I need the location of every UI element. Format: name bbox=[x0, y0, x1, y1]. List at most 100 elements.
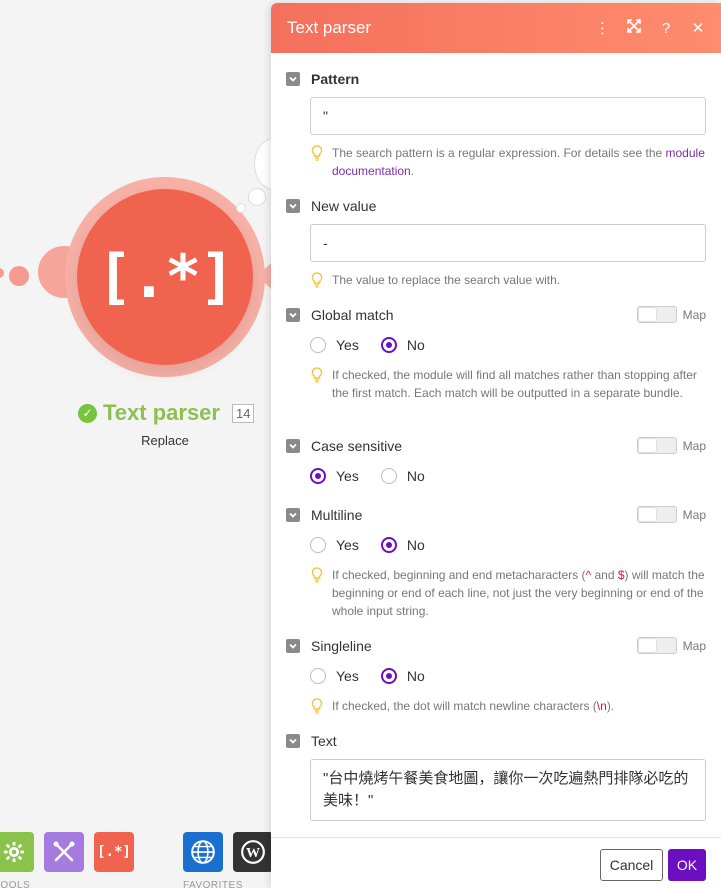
text-field-header[interactable]: Text bbox=[286, 733, 337, 749]
case-sensitive-map-toggle[interactable]: Map bbox=[636, 437, 706, 454]
map-switch[interactable] bbox=[636, 437, 677, 454]
case-sensitive-label: Case sensitive bbox=[311, 438, 403, 454]
multiline-hint-a: If checked, beginning and end metacharac… bbox=[332, 568, 586, 582]
map-switch[interactable] bbox=[636, 637, 677, 654]
lightbulb-icon bbox=[311, 698, 323, 714]
module-op-count: 14 bbox=[231, 403, 255, 423]
radio-no[interactable] bbox=[380, 337, 397, 353]
module-title-row: ✓ Text parser 14 bbox=[78, 400, 255, 426]
singleline-hint-a: If checked, the dot will match newline c… bbox=[332, 699, 597, 713]
collapse-icon[interactable] bbox=[286, 439, 300, 453]
collapse-icon[interactable] bbox=[286, 72, 300, 86]
map-label: Map bbox=[682, 307, 706, 322]
singleline-map-toggle[interactable]: Map bbox=[636, 637, 706, 654]
multiline-yes-option[interactable]: Yes bbox=[310, 537, 359, 553]
radio-no[interactable] bbox=[380, 668, 397, 684]
help-icon[interactable]: ? bbox=[659, 20, 673, 37]
singleline-radio-group: Yes No bbox=[310, 668, 447, 684]
module-title[interactable]: Text parser bbox=[103, 400, 220, 426]
map-switch[interactable] bbox=[636, 306, 677, 323]
newline-code: \n bbox=[596, 699, 607, 713]
gear-icon[interactable] bbox=[0, 832, 34, 872]
wordpress-icon[interactable]: W bbox=[233, 832, 273, 872]
map-label: Map bbox=[682, 507, 706, 522]
multiline-label: Multiline bbox=[311, 507, 363, 523]
singleline-hint-b: ). bbox=[606, 699, 615, 713]
connector-bubble bbox=[236, 203, 246, 213]
module-subtitle: Replace bbox=[141, 433, 189, 448]
pattern-hint-text: The search pattern is a regular expressi… bbox=[332, 146, 666, 160]
connector-bubble bbox=[248, 188, 266, 206]
close-icon[interactable]: ✕ bbox=[691, 19, 705, 37]
radio-yes[interactable] bbox=[310, 668, 326, 684]
regex-icon-label: [.*] bbox=[97, 844, 131, 860]
radio-yes[interactable] bbox=[310, 537, 326, 553]
singleline-yes-option[interactable]: Yes bbox=[310, 668, 359, 684]
panel-title: Text parser bbox=[287, 18, 372, 37]
map-label: Map bbox=[682, 638, 706, 653]
radio-yes-label: Yes bbox=[336, 668, 359, 684]
radio-no[interactable] bbox=[380, 537, 397, 553]
text-input[interactable]: "台中燒烤午餐美食地圖，讓你一次吃遍熱門排隊必吃的美味！" bbox=[310, 759, 706, 821]
connector-dot bbox=[9, 266, 29, 286]
new-value-hint: The value to replace the search value wi… bbox=[310, 271, 706, 289]
global-match-map-toggle[interactable]: Map bbox=[636, 306, 706, 323]
singleline-field-header[interactable]: Singleline bbox=[286, 638, 372, 654]
radio-yes-label: Yes bbox=[336, 537, 359, 553]
regex-icon: [.*] bbox=[96, 242, 235, 312]
multiline-field-header[interactable]: Multiline bbox=[286, 507, 362, 523]
radio-yes[interactable] bbox=[310, 337, 326, 353]
pattern-hint: The search pattern is a regular expressi… bbox=[310, 144, 706, 180]
tools-label: TOOLS bbox=[0, 880, 31, 888]
radio-yes-label: Yes bbox=[336, 468, 359, 484]
check-circle-icon: ✓ bbox=[78, 403, 97, 423]
collapse-icon[interactable] bbox=[286, 734, 300, 748]
pattern-input[interactable]: " bbox=[310, 97, 706, 135]
collapse-icon[interactable] bbox=[286, 199, 300, 213]
lightbulb-icon bbox=[311, 145, 323, 161]
new-value-label: New value bbox=[311, 198, 377, 214]
text-label: Text bbox=[311, 733, 337, 749]
multiline-map-toggle[interactable]: Map bbox=[636, 506, 706, 523]
global-match-yes-option[interactable]: Yes bbox=[310, 337, 359, 353]
new-value-input[interactable]: - bbox=[310, 224, 706, 262]
global-match-field-header[interactable]: Global match bbox=[286, 307, 393, 323]
text-parser-icon[interactable]: [.*] bbox=[94, 832, 134, 872]
case-sensitive-yes-option[interactable]: Yes bbox=[310, 468, 359, 484]
radio-no[interactable] bbox=[380, 468, 397, 484]
multiline-hint-b: and bbox=[591, 568, 618, 582]
global-match-no-option[interactable]: No bbox=[380, 337, 425, 353]
tools-icon[interactable] bbox=[44, 832, 84, 872]
lightbulb-icon bbox=[311, 567, 323, 583]
ok-button[interactable]: OK bbox=[668, 849, 706, 881]
singleline-no-option[interactable]: No bbox=[380, 668, 425, 684]
radio-no-label: No bbox=[406, 468, 425, 484]
more-icon[interactable]: ⋮ bbox=[595, 19, 610, 37]
global-match-hint: If checked, the module will find all mat… bbox=[310, 366, 706, 402]
pattern-field-header[interactable]: Pattern bbox=[286, 71, 359, 87]
new-value-hint-text: The value to replace the search value wi… bbox=[332, 273, 561, 287]
case-sensitive-radio-group: Yes No bbox=[310, 468, 447, 484]
panel-footer: Cancel OK bbox=[271, 837, 721, 888]
radio-no-label: No bbox=[406, 537, 425, 553]
collapse-icon[interactable] bbox=[286, 639, 300, 653]
map-switch[interactable] bbox=[636, 506, 677, 523]
map-label: Map bbox=[682, 438, 706, 453]
expand-icon[interactable] bbox=[627, 19, 641, 37]
radio-no-label: No bbox=[406, 668, 425, 684]
case-sensitive-no-option[interactable]: No bbox=[380, 468, 425, 484]
collapse-icon[interactable] bbox=[286, 308, 300, 322]
text-parser-module-node[interactable]: [.*] bbox=[77, 189, 253, 365]
collapse-icon[interactable] bbox=[286, 508, 300, 522]
global-match-label: Global match bbox=[311, 307, 394, 323]
new-value-field-header[interactable]: New value bbox=[286, 198, 376, 214]
cancel-button[interactable]: Cancel bbox=[600, 849, 663, 881]
case-sensitive-field-header[interactable]: Case sensitive bbox=[286, 438, 402, 454]
multiline-no-option[interactable]: No bbox=[380, 537, 425, 553]
radio-yes[interactable] bbox=[310, 468, 326, 484]
panel-body[interactable]: Pattern " The search pattern is a regula… bbox=[271, 53, 721, 837]
pattern-label: Pattern bbox=[311, 71, 360, 87]
global-match-radio-group: Yes No bbox=[310, 337, 447, 353]
lightbulb-icon bbox=[311, 367, 323, 383]
globe-icon[interactable] bbox=[183, 832, 223, 872]
